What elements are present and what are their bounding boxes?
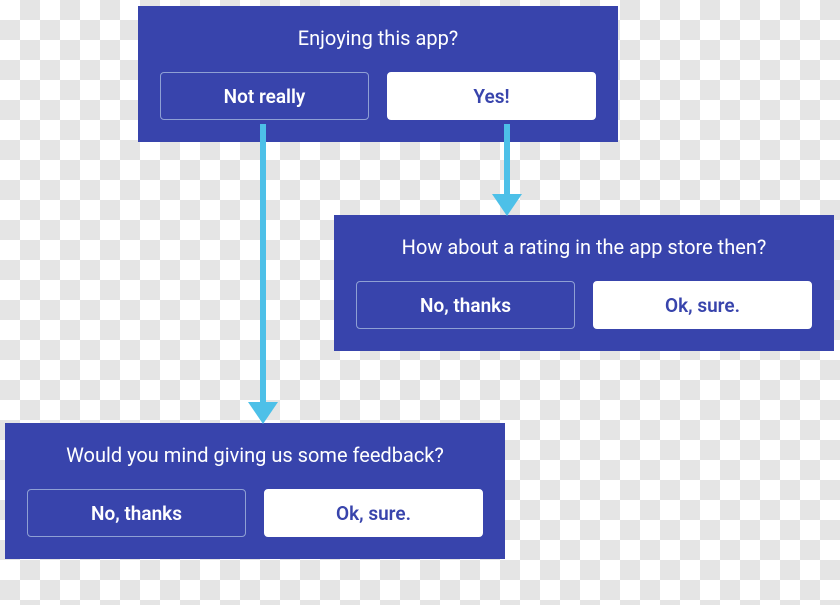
button-label: Not really <box>224 85 306 108</box>
ok-sure-button[interactable]: Ok, sure. <box>264 489 483 537</box>
button-label: Yes! <box>473 85 509 108</box>
button-row: No, thanks Ok, sure. <box>356 281 812 329</box>
question-enjoy: Enjoying this app? <box>160 26 596 50</box>
question-feedback: Would you mind giving us some feedback? <box>27 443 483 467</box>
button-label: Ok, sure. <box>336 502 411 525</box>
arrow-notreally-to-feedback-icon <box>248 124 278 424</box>
button-label: No, thanks <box>420 294 511 317</box>
button-label: No, thanks <box>91 502 182 525</box>
dialog-feedback: Would you mind giving us some feedback? … <box>5 423 505 559</box>
dialog-enjoy: Enjoying this app? Not really Yes! <box>138 6 618 142</box>
no-thanks-button[interactable]: No, thanks <box>356 281 575 329</box>
no-thanks-button[interactable]: No, thanks <box>27 489 246 537</box>
yes-button[interactable]: Yes! <box>387 72 596 120</box>
dialog-rate: How about a rating in the app store then… <box>334 215 834 351</box>
button-label: Ok, sure. <box>665 294 740 317</box>
ok-sure-button[interactable]: Ok, sure. <box>593 281 812 329</box>
button-row: Not really Yes! <box>160 72 596 120</box>
question-rate: How about a rating in the app store then… <box>356 235 812 259</box>
not-really-button[interactable]: Not really <box>160 72 369 120</box>
arrow-yes-to-rate-icon <box>492 124 522 216</box>
button-row: No, thanks Ok, sure. <box>27 489 483 537</box>
